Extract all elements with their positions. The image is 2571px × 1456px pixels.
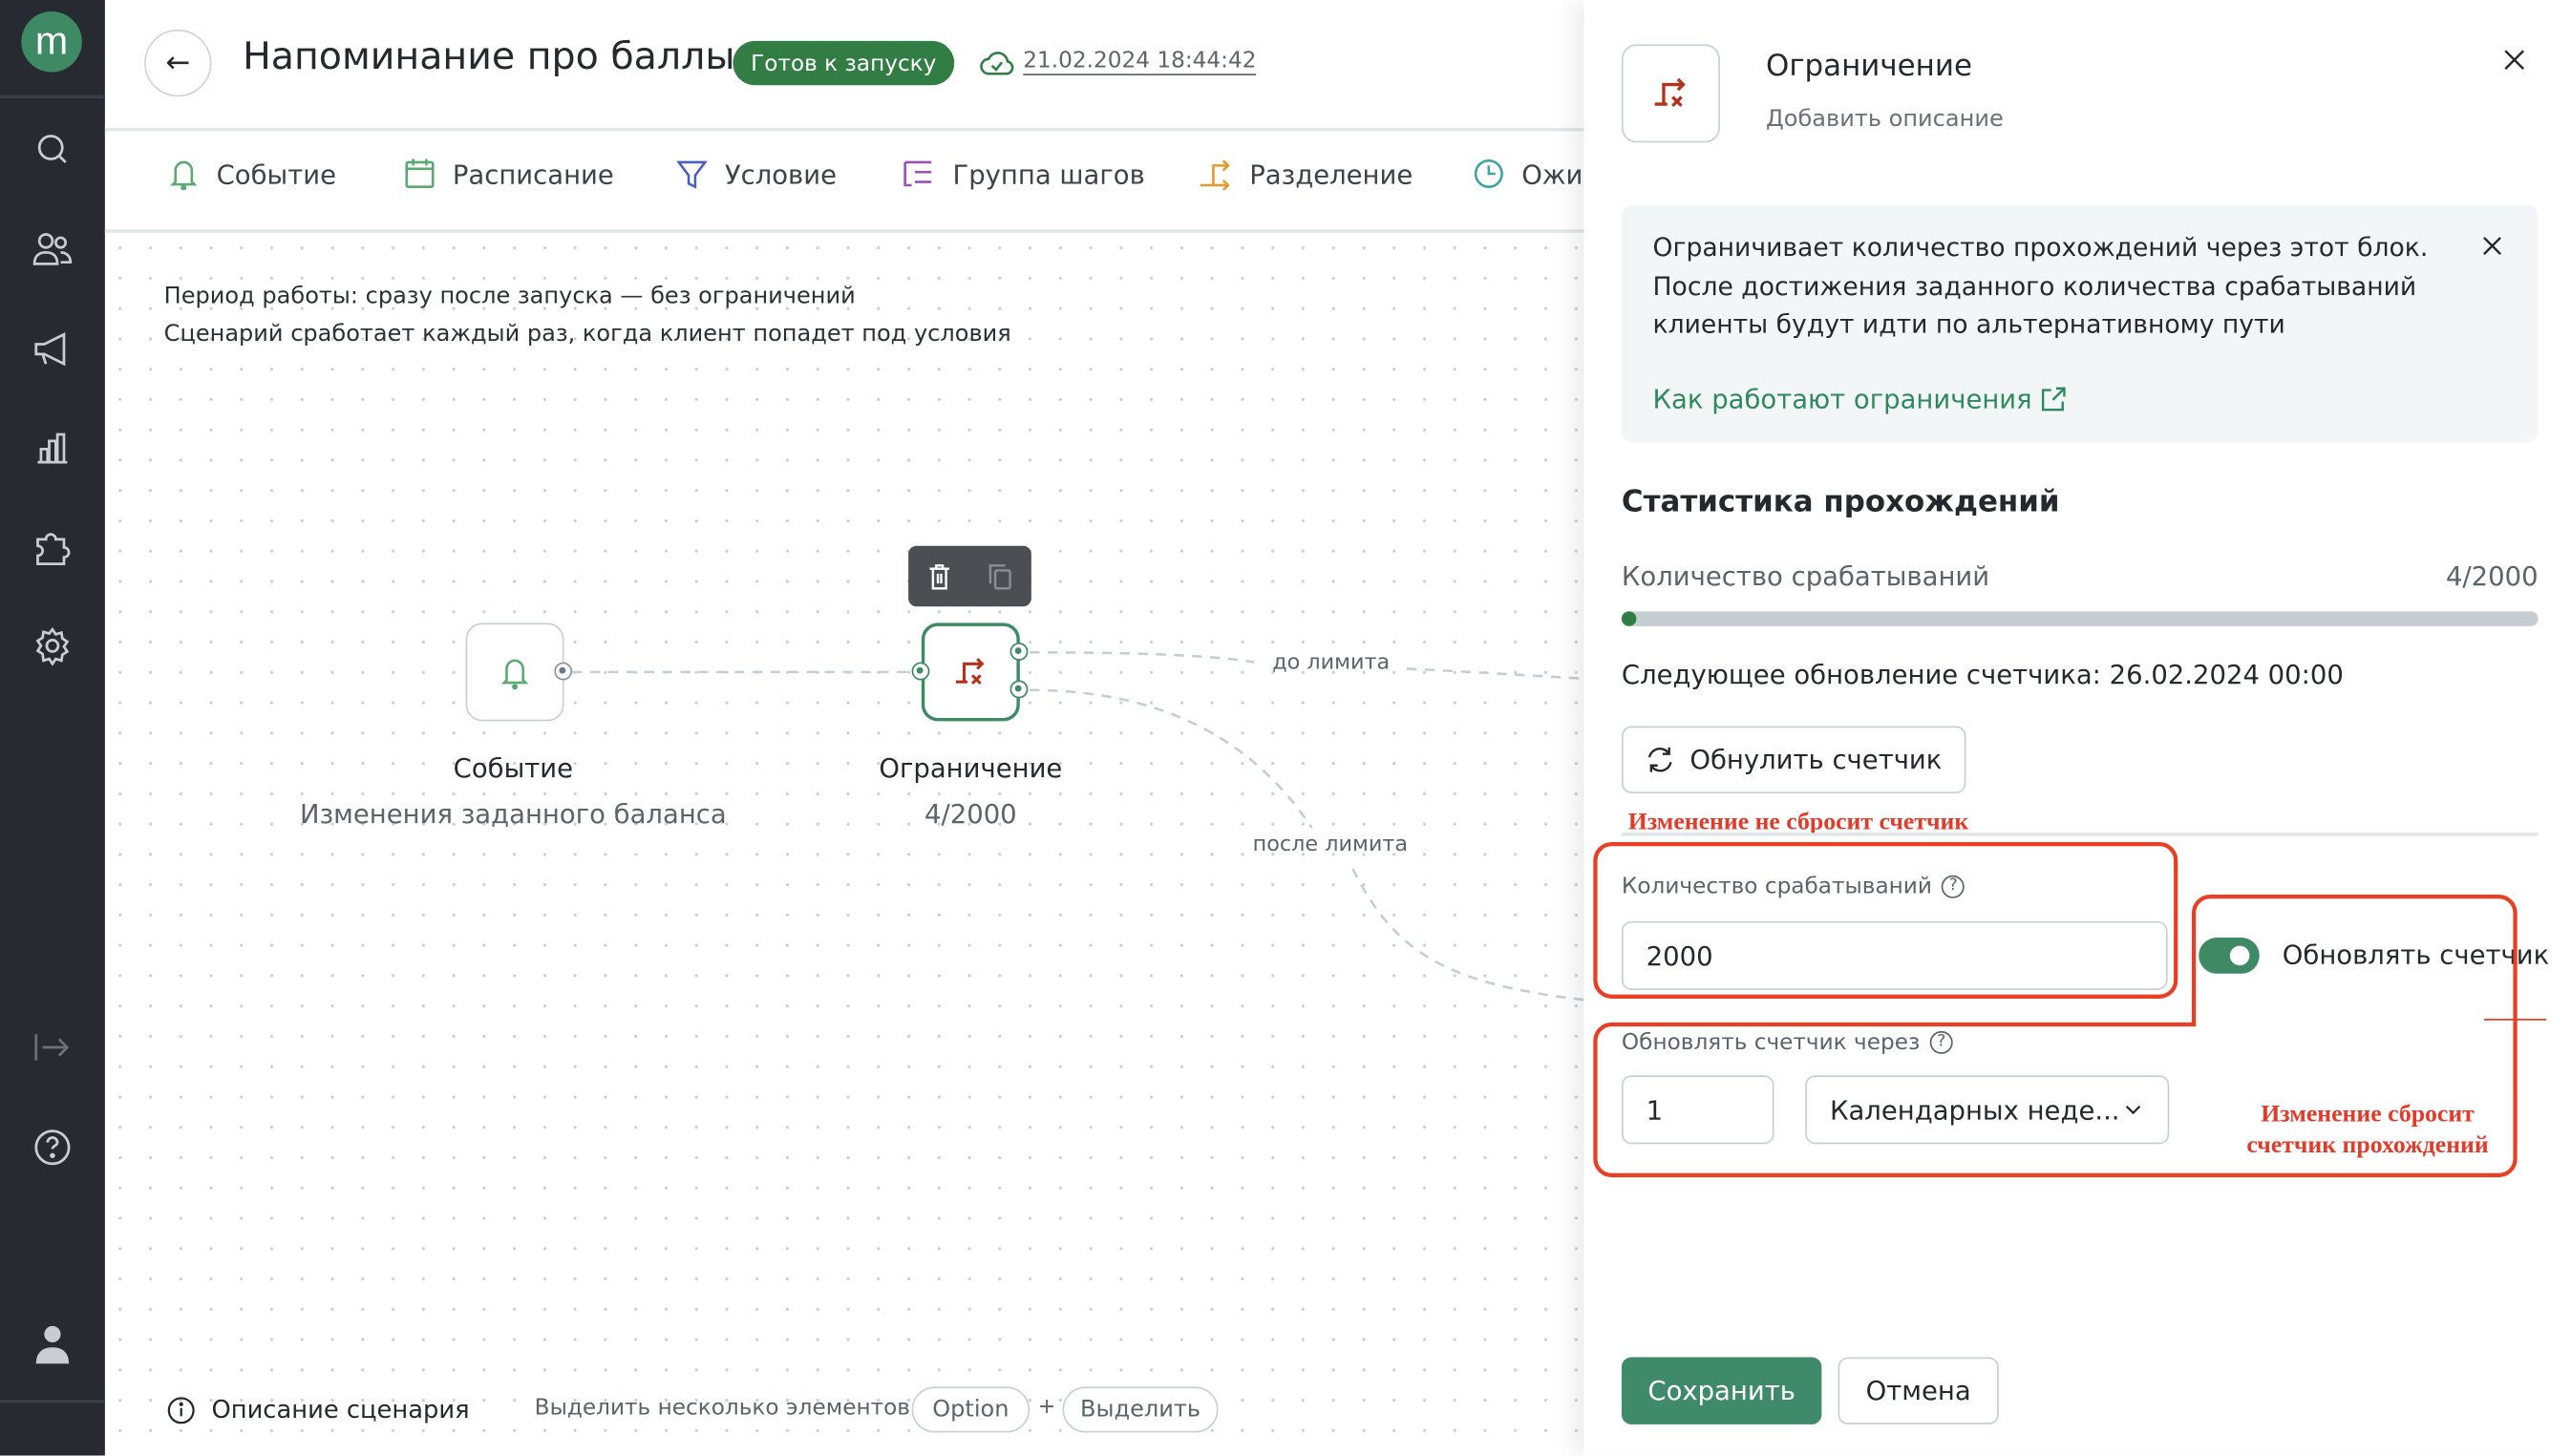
stats-heading: Статистика прохождений (1621, 485, 2060, 520)
info-line: После достижения заданного количества ср… (1652, 271, 2417, 302)
close-info-icon[interactable] (2482, 236, 2502, 256)
edges (572, 650, 1584, 1002)
node-subtitle: Изменения заданного баланса (300, 798, 727, 830)
save-button[interactable]: Сохранить (1621, 1357, 1822, 1424)
info-icon (167, 1396, 195, 1424)
edge-label-after: после лимита (1252, 833, 1409, 857)
output-port-before[interactable] (1009, 642, 1029, 661)
multi-select-hint: Выделить несколько элементов (534, 1394, 910, 1422)
annotation-box-period (1593, 894, 2518, 1178)
info-line: Ограничивает количество прохождений чере… (1652, 232, 2429, 263)
how-limits-work-link[interactable]: Как работают ограничения (1652, 383, 2067, 415)
info-line: клиенты будут идти по альтернативному пу… (1652, 309, 2285, 340)
external-link-icon (2042, 387, 2067, 411)
cancel-button[interactable]: Отмена (1838, 1357, 1999, 1424)
output-port-after[interactable] (1009, 680, 1029, 699)
description-label: Описание сценария (211, 1394, 470, 1424)
option-key-pill: Option (911, 1386, 1031, 1433)
bell-icon (500, 659, 529, 690)
block-icon-box (1621, 44, 1720, 143)
stats-value: 4/2000 (2445, 560, 2539, 592)
node-event[interactable] (465, 622, 564, 722)
add-description[interactable]: Добавить описание (1766, 107, 2004, 133)
node-subtitle: 4/2000 (924, 798, 1017, 830)
plus-sign: + (1037, 1394, 1056, 1420)
refresh-icon (1647, 747, 1671, 772)
annotation-box-limit (1593, 842, 2178, 999)
limit-icon (955, 658, 985, 685)
node-limit[interactable] (921, 622, 1020, 722)
limit-icon (1654, 77, 1686, 108)
annotation-boxes (1593, 842, 2547, 1178)
node-toolbar (908, 545, 1031, 607)
next-update: Следующее обновление счетчика: 26.02.202… (1621, 659, 2344, 690)
reset-label: Обнулить счетчик (1689, 744, 1943, 776)
progress-bar (1621, 611, 2539, 626)
stats-label: Количество срабатываний (1621, 560, 1990, 592)
trash-icon[interactable] (927, 563, 950, 589)
node-title: Ограничение (879, 752, 1063, 784)
scenario-description-button[interactable]: Описание сценария (167, 1394, 470, 1424)
panel-title: Ограничение (1765, 49, 1972, 84)
copy-icon[interactable] (989, 563, 1012, 589)
select-key-pill: Выделить (1062, 1386, 1219, 1433)
node-title: Событие (453, 752, 574, 784)
input-port[interactable] (911, 662, 930, 681)
close-icon[interactable] (2504, 50, 2525, 71)
info-text: Ограничивает количество прохождений чере… (1653, 229, 2429, 345)
reset-counter-button[interactable]: Обнулить счетчик (1621, 726, 1966, 793)
output-port[interactable] (554, 662, 573, 681)
link-label: Как работают ограничения (1652, 383, 2032, 415)
progress-fill (1621, 611, 1637, 626)
edge-label-before: до лимита (1272, 650, 1391, 676)
